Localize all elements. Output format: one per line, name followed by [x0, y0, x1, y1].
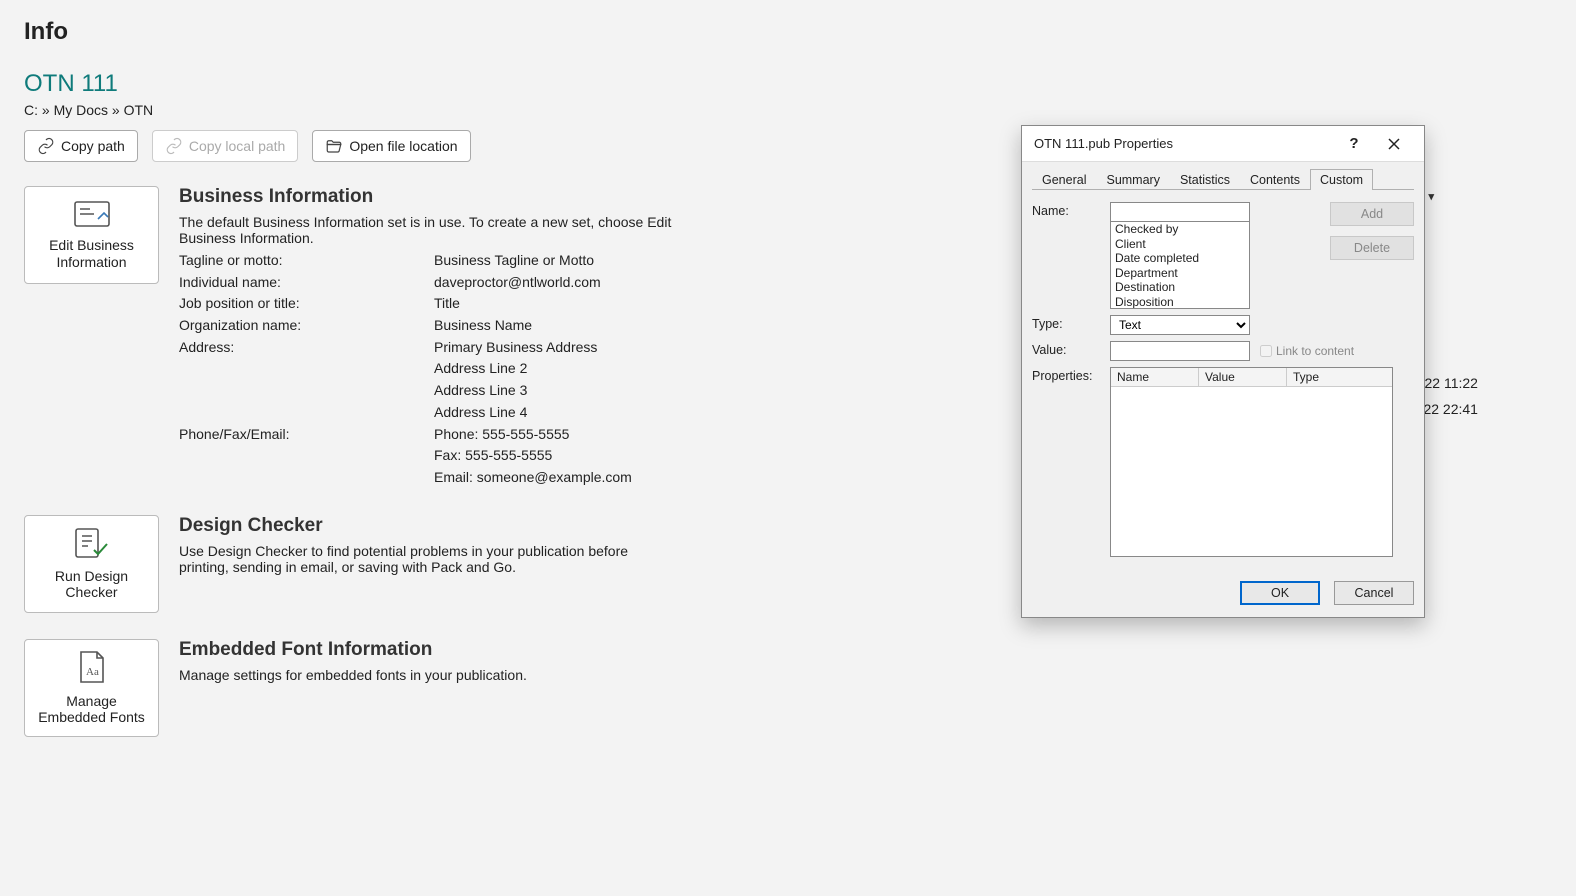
email-value: Email: someone@example.com — [434, 467, 632, 489]
name-listbox[interactable]: Checked by Client Date completed Departm… — [1110, 221, 1250, 309]
link-checkbox-input — [1260, 345, 1272, 357]
business-info-desc: The default Business Information set is … — [179, 214, 679, 246]
add-button[interactable]: Add — [1330, 202, 1414, 226]
dialog-title: OTN 111.pub Properties — [1034, 136, 1334, 151]
properties-dialog: OTN 111.pub Properties ? General Summary… — [1021, 125, 1425, 618]
org-name-value: Business Name — [434, 315, 532, 337]
value-label: Value: — [1032, 341, 1110, 357]
close-icon — [1388, 138, 1400, 150]
tab-custom[interactable]: Custom — [1310, 169, 1373, 190]
address-label: Address: — [179, 337, 434, 424]
design-checker-desc: Use Design Checker to find potential pro… — [179, 543, 679, 575]
svg-text:Aa: Aa — [86, 666, 99, 678]
open-file-location-button[interactable]: Open file location — [312, 130, 470, 162]
cancel-button[interactable]: Cancel — [1334, 581, 1414, 605]
copy-path-button[interactable]: Copy path — [24, 130, 138, 162]
tab-statistics[interactable]: Statistics — [1170, 169, 1240, 190]
name-input[interactable] — [1110, 202, 1250, 222]
tab-summary[interactable]: Summary — [1096, 169, 1169, 190]
fax-value: Fax: 555-555-5555 — [434, 445, 632, 467]
copy-path-label: Copy path — [61, 138, 125, 154]
col-name-header: Name — [1111, 368, 1199, 386]
delete-button[interactable]: Delete — [1330, 236, 1414, 260]
folder-open-icon — [325, 137, 343, 155]
page-title: Info — [24, 18, 1552, 46]
phone-value: Phone: 555-555-5555 — [434, 424, 632, 446]
copy-local-path-button: Copy local path — [152, 130, 299, 162]
manage-embedded-fonts-button[interactable]: Aa Manage Embedded Fonts — [24, 639, 159, 737]
font-file-icon: Aa — [78, 651, 106, 687]
list-item[interactable]: Destination — [1111, 280, 1249, 295]
embedded-fonts-heading: Embedded Font Information — [179, 639, 527, 661]
design-checker-icon — [75, 528, 109, 562]
link-icon — [37, 137, 55, 155]
individual-name-value: daveproctor@ntlworld.com — [434, 272, 601, 294]
link-to-content-checkbox[interactable]: Link to content — [1260, 344, 1354, 358]
address-line: Primary Business Address — [434, 337, 597, 359]
list-item[interactable]: Disposition — [1111, 295, 1249, 310]
col-value-header: Value — [1199, 368, 1287, 386]
run-design-checker-label: Run Design Checker — [33, 568, 150, 602]
list-item[interactable]: Client — [1111, 237, 1249, 252]
col-type-header: Type — [1287, 368, 1392, 386]
help-button[interactable]: ? — [1334, 130, 1374, 158]
link-to-content-label: Link to content — [1276, 344, 1354, 358]
tagline-value: Business Tagline or Motto — [434, 250, 594, 272]
job-title-value: Title — [434, 293, 460, 315]
value-input[interactable] — [1110, 341, 1250, 361]
edit-business-info-button[interactable]: Edit Business Information — [24, 186, 159, 284]
address-line: Address Line 2 — [434, 358, 597, 380]
name-label: Name: — [1032, 202, 1110, 218]
run-design-checker-button[interactable]: Run Design Checker — [24, 515, 159, 613]
properties-label: Properties: — [1032, 367, 1110, 383]
doc-title: OTN 111 — [24, 70, 1552, 98]
link-icon — [165, 137, 183, 155]
individual-name-label: Individual name: — [179, 272, 434, 294]
properties-table[interactable]: Name Value Type — [1110, 367, 1393, 557]
job-title-label: Job position or title: — [179, 293, 434, 315]
design-checker-heading: Design Checker — [179, 515, 679, 537]
copy-local-path-label: Copy local path — [189, 138, 286, 154]
list-item[interactable]: Department — [1111, 266, 1249, 281]
contact-label: Phone/Fax/Email: — [179, 424, 434, 489]
address-line: Address Line 3 — [434, 380, 597, 402]
type-label: Type: — [1032, 315, 1110, 331]
ok-button[interactable]: OK — [1240, 581, 1320, 605]
chevron-down-icon: ▾ — [1428, 190, 1434, 203]
doc-path: C: » My Docs » OTN — [24, 102, 1552, 118]
org-name-label: Organization name: — [179, 315, 434, 337]
tab-general[interactable]: General — [1032, 169, 1096, 190]
address-line: Address Line 4 — [434, 402, 597, 424]
list-item[interactable]: Checked by — [1111, 222, 1249, 237]
embedded-fonts-desc: Manage settings for embedded fonts in yo… — [179, 667, 527, 683]
edit-business-info-label: Edit Business Information — [33, 237, 150, 271]
list-item[interactable]: Date completed — [1111, 251, 1249, 266]
manage-fonts-label: Manage Embedded Fonts — [33, 693, 150, 727]
business-info-heading: Business Information — [179, 186, 679, 208]
tab-contents[interactable]: Contents — [1240, 169, 1310, 190]
close-button[interactable] — [1374, 130, 1414, 158]
business-card-icon — [74, 201, 110, 231]
tagline-label: Tagline or motto: — [179, 250, 434, 272]
open-file-location-label: Open file location — [349, 138, 457, 154]
type-select[interactable]: Text — [1110, 315, 1250, 335]
